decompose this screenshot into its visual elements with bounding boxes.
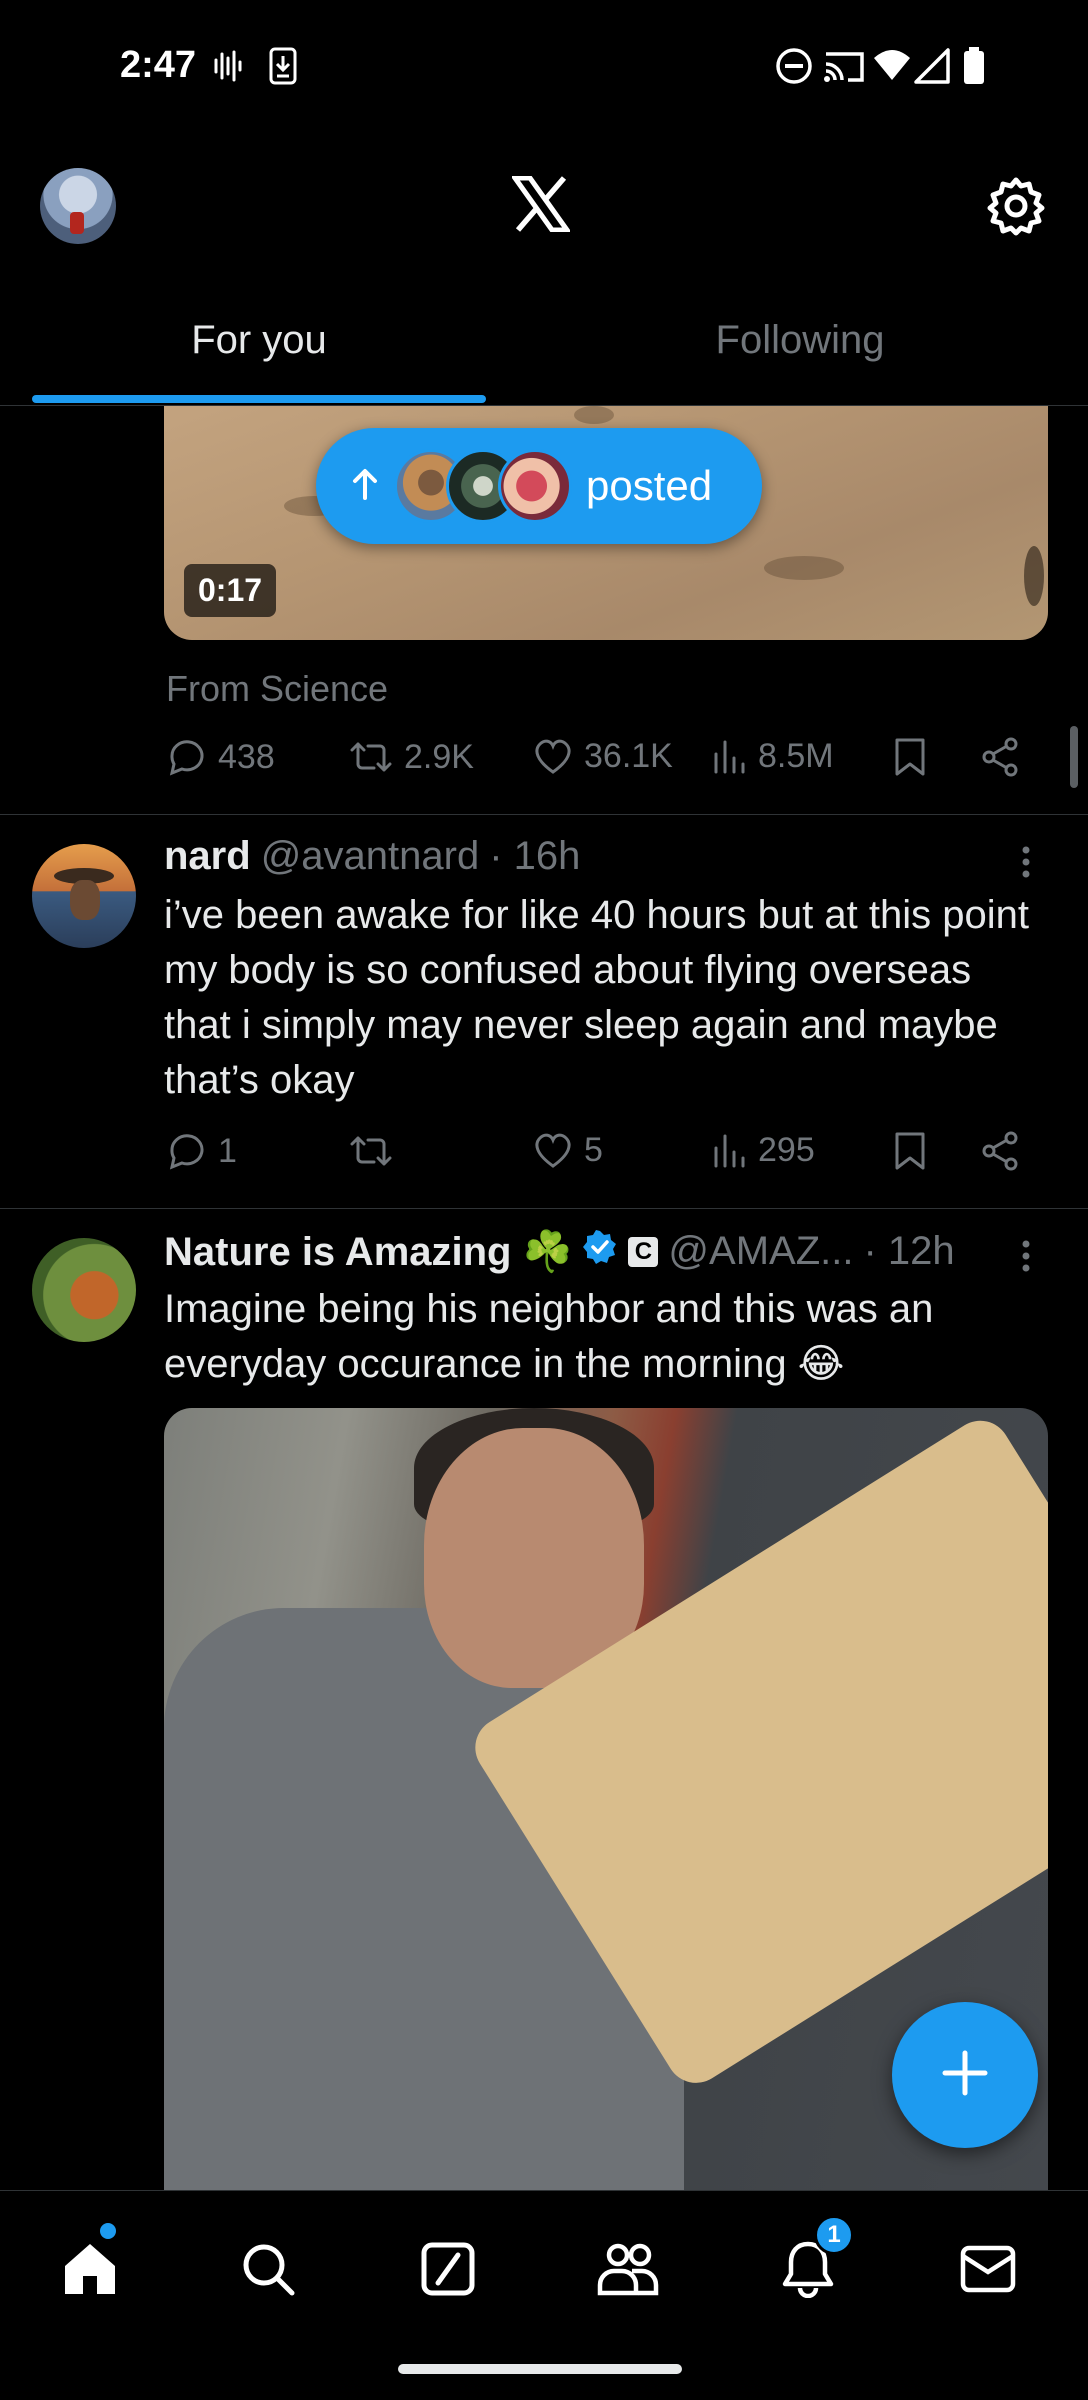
bookmark-icon: [892, 1130, 928, 1172]
new-posts-pill[interactable]: posted: [316, 428, 762, 544]
nav-communities[interactable]: [578, 2231, 678, 2311]
views-button[interactable]: 8.5M: [712, 736, 834, 776]
views-icon: [712, 1130, 748, 1170]
views-count: 8.5M: [758, 736, 834, 775]
status-time: 2:47: [120, 44, 197, 86]
download-icon: [268, 46, 298, 86]
heart-icon: [532, 1130, 574, 1170]
new-posts-label: posted: [586, 462, 713, 509]
bookmark-button[interactable]: [892, 1130, 928, 1172]
do-not-disturb-icon: [774, 46, 814, 86]
timeline-tabs: For you Following: [0, 290, 1088, 406]
post-time: · 16h: [489, 834, 581, 878]
avatar[interactable]: [32, 1238, 136, 1342]
voicemail-icon: [212, 46, 244, 86]
x-logo-icon: [510, 175, 572, 237]
notification-count-badge: 1: [814, 2215, 854, 2255]
post-text: Imagine being his neighbor and this was …: [164, 1287, 934, 1386]
affiliate-badge[interactable]: C: [628, 1236, 659, 1267]
share-button[interactable]: [980, 736, 1020, 778]
tab-following[interactable]: Following: [570, 318, 1030, 363]
repost-button[interactable]: [348, 1130, 404, 1172]
post-divider: [0, 1208, 1088, 1209]
like-count: 5: [584, 1130, 603, 1169]
repost-count: 2.9K: [404, 737, 474, 776]
tab-for-you[interactable]: For you: [32, 318, 486, 363]
nav-messages[interactable]: [938, 2231, 1038, 2311]
post-actions: 438 2.9K 36.1K 8.5M: [164, 736, 1024, 796]
nav-search[interactable]: [218, 2231, 318, 2311]
like-button[interactable]: 36.1K: [532, 736, 673, 776]
battery-icon: [962, 46, 986, 86]
nav-grok[interactable]: [398, 2231, 498, 2311]
post-header: nard @avantnard · 16h: [164, 834, 580, 879]
views-icon: [712, 736, 748, 776]
repost-icon: [348, 1130, 394, 1172]
post-header: Nature is Amazing ☘️ C @AMAZ... · 12h: [164, 1228, 955, 1275]
grok-icon: [420, 2241, 476, 2302]
author-handle[interactable]: @avantnard: [261, 834, 480, 879]
share-icon: [980, 736, 1020, 778]
like-button[interactable]: 5: [532, 1130, 603, 1170]
messages-icon: [959, 2244, 1017, 2299]
like-count: 36.1K: [584, 736, 673, 775]
reply-icon: [166, 736, 208, 778]
reply-button[interactable]: 1: [166, 1130, 237, 1172]
signal-icon: [914, 46, 950, 86]
post-actions: 1 5 295: [164, 1130, 1024, 1190]
reply-button[interactable]: 438: [166, 736, 275, 778]
posted-avatars: [394, 449, 572, 523]
nav-home[interactable]: [40, 2231, 140, 2311]
share-button[interactable]: [980, 1130, 1020, 1172]
reply-count: 438: [218, 737, 275, 776]
author-name[interactable]: Nature is Amazing ☘️: [164, 1228, 572, 1275]
repost-button[interactable]: 2.9K: [348, 736, 474, 778]
plus-icon: [941, 2049, 989, 2102]
views-button[interactable]: 295: [712, 1130, 815, 1170]
author-handle[interactable]: @AMAZ...: [668, 1229, 853, 1274]
more-options-icon[interactable]: [1010, 1236, 1042, 1281]
share-icon: [980, 1130, 1020, 1172]
more-options-icon[interactable]: [1010, 842, 1042, 887]
tab-active-indicator: [32, 395, 486, 403]
reply-icon: [166, 1130, 208, 1172]
timeline-feed[interactable]: 0:17 From Science 438 2.9K 36.1K 8.5M na…: [0, 406, 1088, 2190]
avatar[interactable]: [32, 844, 136, 948]
post-text: i’ve been awake for like 40 hours but at…: [164, 893, 1029, 1102]
repost-icon: [348, 736, 394, 778]
arrow-up-icon: [350, 466, 380, 507]
top-bar: [0, 136, 1088, 276]
communities-icon: [596, 2241, 660, 2302]
avatar: [498, 449, 572, 523]
home-icon: [61, 2240, 119, 2303]
verified-badge-icon[interactable]: [582, 1229, 618, 1275]
views-count: 295: [758, 1130, 815, 1169]
bookmark-icon: [892, 736, 928, 778]
search-icon: [240, 2241, 296, 2302]
post-divider: [0, 814, 1088, 815]
post-time: · 12h: [863, 1229, 955, 1273]
cast-icon: [822, 46, 866, 86]
bookmark-button[interactable]: [892, 736, 928, 778]
compose-button[interactable]: [892, 2002, 1038, 2148]
status-bar: 2:47: [0, 0, 1088, 136]
from-community-label[interactable]: From Science: [166, 668, 388, 710]
reply-count: 1: [218, 1131, 237, 1170]
gesture-home-indicator[interactable]: [398, 2364, 682, 2374]
gear-icon[interactable]: [986, 176, 1046, 241]
scrollbar[interactable]: [1070, 726, 1078, 788]
home-unread-dot: [100, 2223, 116, 2239]
video-duration: 0:17: [184, 564, 277, 617]
wifi-icon: [872, 46, 912, 86]
author-name[interactable]: nard: [164, 834, 251, 879]
heart-icon: [532, 736, 574, 776]
account-avatar[interactable]: [40, 168, 116, 244]
